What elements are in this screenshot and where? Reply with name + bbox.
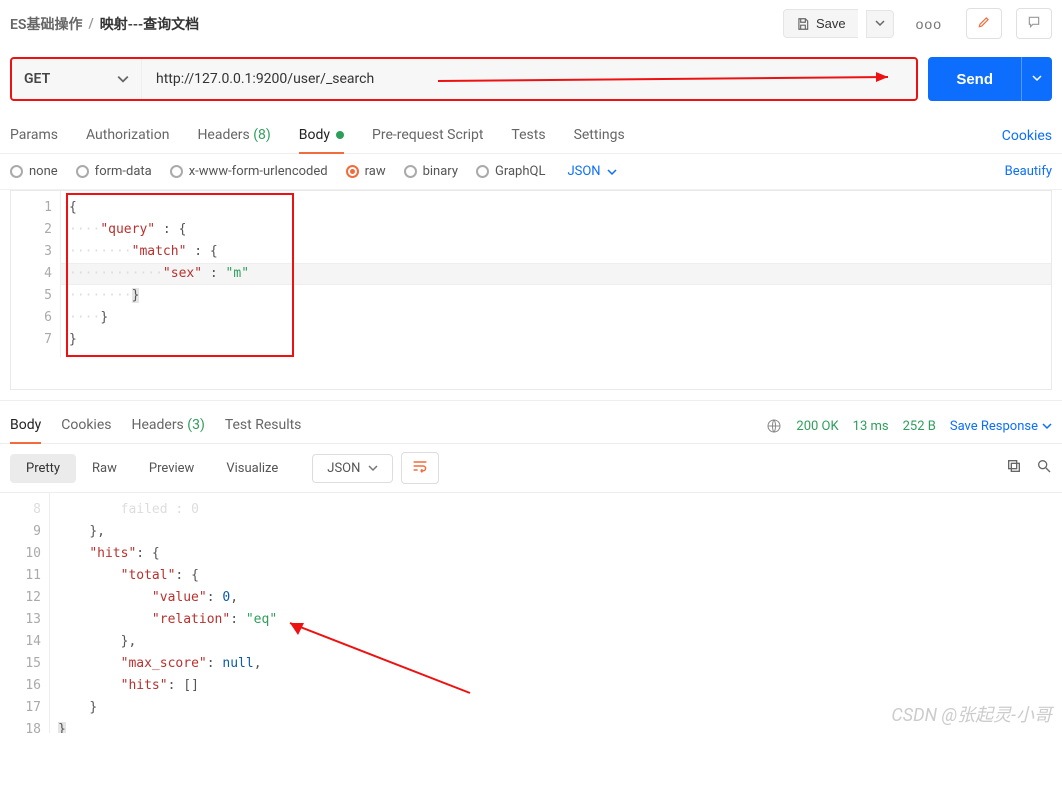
tab-body[interactable]: Body [299,119,344,153]
save-dropdown-button[interactable] [866,10,894,38]
chevron-down-icon [117,73,129,85]
body-type-raw[interactable]: raw [346,164,386,179]
tab-headers[interactable]: Headers (8) [197,119,270,153]
response-tools [1006,458,1052,478]
body-format-select[interactable]: JSON [567,164,616,179]
method-url-group: GET http://127.0.0.1:9200/user/_search [10,57,918,101]
search-icon [1036,458,1052,474]
response-view-bar: Pretty Raw Preview Visualize JSON [0,443,1062,493]
breadcrumb-root[interactable]: ES基础操作 [10,14,82,34]
breadcrumb: ES基础操作 / 映射---查询文档 [10,14,775,34]
response-size: 252 B [903,419,936,434]
view-preview[interactable]: Preview [133,454,210,483]
top-bar: ES基础操作 / 映射---查询文档 Save ooo [0,0,1062,47]
http-method-select[interactable]: GET [12,59,142,99]
response-tab-body[interactable]: Body [10,409,41,443]
copy-response-button[interactable] [1006,458,1022,478]
response-header: Body Cookies Headers (3) Test Results 20… [0,400,1062,443]
editor-gutter: 1234567 [11,191,61,357]
editor-code[interactable]: { ····"query" : { ········"match" : { ··… [61,191,1051,357]
response-code[interactable]: failed : 0 }, "hits": { "total": { "valu… [50,493,1062,733]
url-input[interactable]: http://127.0.0.1:9200/user/_search [142,59,420,99]
save-button[interactable]: Save [783,9,858,38]
save-icon [796,17,810,31]
url-text: http://127.0.0.1:9200/user/_search [156,71,374,87]
response-tab-cookies[interactable]: Cookies [61,409,111,443]
http-method-label: GET [24,71,50,87]
send-group: Send [928,57,1052,101]
body-type-none[interactable]: none [10,164,58,179]
beautify-link[interactable]: Beautify [1005,164,1052,179]
request-tabs: Params Authorization Headers (8) Body Pr… [0,111,1062,154]
chevron-down-icon [1032,73,1042,83]
red-arrow-annotation-2 [280,613,500,703]
tab-prerequest-script[interactable]: Pre-request Script [372,119,483,153]
chevron-down-icon [1042,421,1052,431]
body-modified-dot [336,131,344,139]
breadcrumb-current: 映射---查询文档 [100,14,199,34]
cookies-link[interactable]: Cookies [1002,128,1052,144]
save-response-button[interactable]: Save Response [950,419,1052,434]
body-type-form-data[interactable]: form-data [76,164,152,179]
tab-tests[interactable]: Tests [511,119,545,153]
chevron-down-icon [607,167,617,177]
pencil-icon [977,15,991,29]
response-format-select[interactable]: JSON [312,454,393,483]
view-raw[interactable]: Raw [76,454,133,483]
chevron-down-icon [368,463,378,473]
response-body-editor[interactable]: 89101112131415161718 failed : 0 }, "hits… [0,493,1062,733]
tab-settings[interactable]: Settings [574,119,625,153]
more-actions-button[interactable]: ooo [906,10,952,38]
response-tab-test-results[interactable]: Test Results [225,409,302,443]
wrap-lines-button[interactable] [401,452,439,484]
request-body-editor[interactable]: 1234567 { ····"query" : { ········"match… [10,190,1052,390]
body-type-urlencoded[interactable]: x-www-form-urlencoded [170,164,328,179]
search-response-button[interactable] [1036,458,1052,478]
send-dropdown-button[interactable] [1021,57,1052,101]
response-time: 13 ms [853,419,889,434]
edit-button[interactable] [966,8,1002,39]
body-type-graphql[interactable]: GraphQL [476,164,545,179]
copy-icon [1006,458,1022,474]
tab-params[interactable]: Params [10,119,58,153]
view-visualize[interactable]: Visualize [210,454,294,483]
body-type-row: none form-data x-www-form-urlencoded raw… [0,154,1062,190]
globe-icon[interactable] [766,418,782,434]
response-gutter: 89101112131415161718 [0,493,50,733]
chevron-down-icon [875,18,885,28]
comment-button[interactable] [1016,8,1052,39]
response-tab-headers[interactable]: Headers (3) [131,409,204,443]
response-status: 200 OK [796,419,838,434]
send-button[interactable]: Send [928,57,1021,101]
body-type-binary[interactable]: binary [404,164,458,179]
tab-authorization[interactable]: Authorization [86,119,169,153]
request-row: GET http://127.0.0.1:9200/user/_search S… [0,47,1062,111]
save-label: Save [816,16,846,31]
red-arrow-annotation [438,69,898,89]
view-pretty[interactable]: Pretty [10,454,76,483]
breadcrumb-sep: / [88,16,93,32]
comment-icon [1027,15,1041,29]
wrap-icon [412,459,428,473]
